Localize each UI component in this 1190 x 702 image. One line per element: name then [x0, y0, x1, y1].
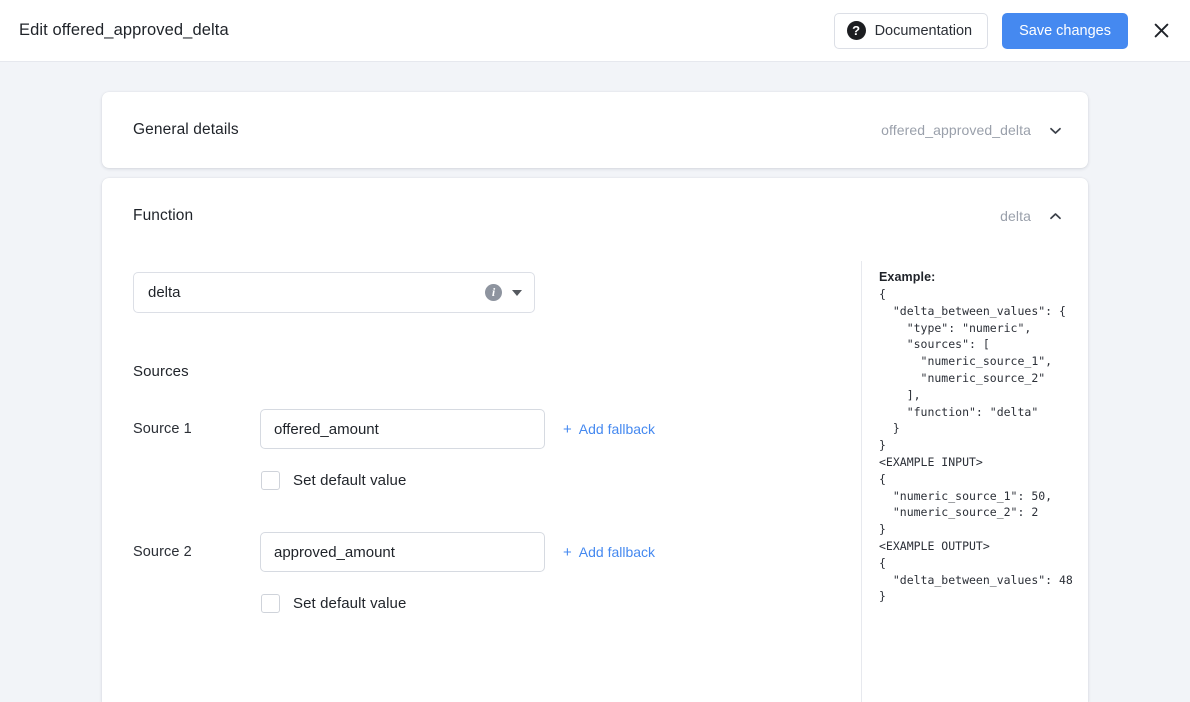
- content-area: General details offered_approved_delta F…: [0, 62, 1190, 702]
- info-icon[interactable]: i: [485, 284, 502, 301]
- source-1-input[interactable]: [260, 409, 545, 449]
- plus-icon: +: [563, 543, 572, 561]
- close-icon[interactable]: [1146, 16, 1176, 46]
- documentation-button[interactable]: ? Documentation: [833, 12, 989, 49]
- source-1-default-checkbox[interactable]: [261, 471, 280, 490]
- function-form: delta i Sources Source 1 + Add fallback: [102, 254, 861, 702]
- source-1-default-value-row: Set default value: [261, 471, 861, 490]
- source-2-label: Source 2: [133, 544, 192, 560]
- plus-icon: +: [563, 420, 572, 438]
- function-select[interactable]: delta i: [133, 272, 535, 313]
- function-select-icons: i: [485, 284, 522, 301]
- page-title: Edit offered_approved_delta: [19, 21, 229, 39]
- function-header[interactable]: Function delta: [102, 178, 1088, 254]
- window-header: Edit offered_approved_delta ? Documentat…: [0, 0, 1190, 62]
- caret-down-icon[interactable]: [512, 289, 522, 296]
- source-row: Source 2 + Add fallback: [133, 532, 861, 572]
- sources-label: Sources: [133, 363, 189, 380]
- function-title: Function: [133, 207, 194, 224]
- documentation-button-label: Documentation: [874, 22, 973, 39]
- example-title: Example:: [879, 270, 936, 284]
- chevron-down-icon[interactable]: [1048, 123, 1063, 138]
- question-circle-icon: ?: [846, 21, 866, 40]
- chevron-up-icon[interactable]: [1048, 209, 1063, 224]
- source-2-default-value-row: Set default value: [261, 594, 861, 613]
- source-1-add-fallback-label: Add fallback: [578, 421, 656, 437]
- general-details-title: General details: [133, 121, 239, 138]
- general-details-header[interactable]: General details offered_approved_delta: [102, 92, 1088, 168]
- source-row: Source 1 + Add fallback: [133, 409, 861, 449]
- source-2-default-checkbox[interactable]: [261, 594, 280, 613]
- source-1-default-label[interactable]: Set default value: [293, 472, 406, 489]
- function-select-value: delta: [148, 284, 181, 301]
- source-2-default-label[interactable]: Set default value: [293, 595, 406, 612]
- source-1-label: Source 1: [133, 421, 192, 437]
- general-details-card: General details offered_approved_delta: [102, 92, 1088, 168]
- general-details-summary-value: offered_approved_delta: [881, 122, 1031, 138]
- function-summary-value: delta: [1000, 208, 1031, 224]
- save-changes-button[interactable]: Save changes: [1002, 12, 1128, 49]
- header-actions: ? Documentation Save changes: [833, 12, 1176, 49]
- source-2-add-fallback-button[interactable]: + Add fallback: [563, 544, 655, 560]
- function-card: Function delta delta i Sources Source 1 …: [102, 178, 1088, 702]
- source-1-add-fallback-button[interactable]: + Add fallback: [563, 421, 655, 437]
- function-body: delta i Sources Source 1 + Add fallback: [102, 254, 1088, 702]
- source-2-input[interactable]: [260, 532, 545, 572]
- example-code-block: { "delta_between_values": { "type": "num…: [879, 287, 1073, 604]
- source-2-add-fallback-label: Add fallback: [578, 544, 656, 560]
- example-panel: Example: { "delta_between_values": { "ty…: [862, 254, 1088, 702]
